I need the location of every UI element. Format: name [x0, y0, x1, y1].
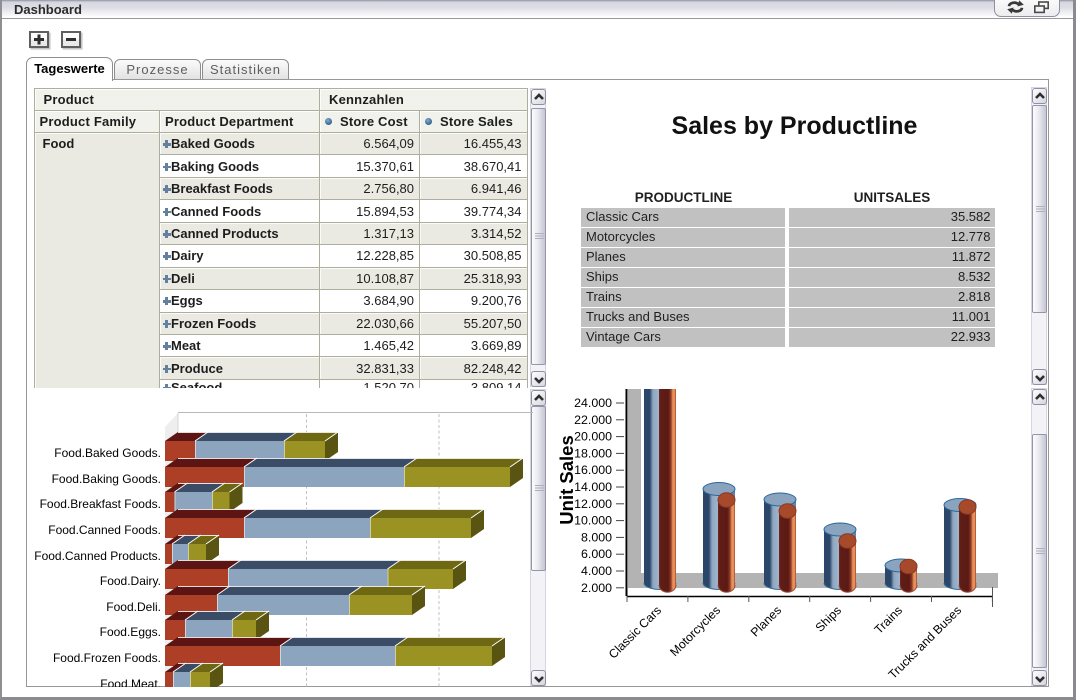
svg-text:20.000: 20.000 [574, 430, 612, 444]
svg-text:2.000: 2.000 [581, 581, 612, 595]
svg-text:24.000: 24.000 [574, 396, 612, 410]
svg-text:Planes: Planes [748, 603, 784, 639]
svg-text:6.000: 6.000 [581, 547, 612, 561]
svg-text:Food.Canned Products.: Food.Canned Products. [34, 549, 161, 563]
svg-text:10.000: 10.000 [574, 514, 612, 528]
svg-text:Food.Baked Goods.: Food.Baked Goods. [54, 446, 161, 460]
svg-text:Ships: Ships [813, 603, 844, 634]
svg-text:Food.Eggs.: Food.Eggs. [100, 625, 161, 639]
svg-text:Food.Breakfast Foods.: Food.Breakfast Foods. [40, 497, 161, 511]
svg-text:Food.Dairy.: Food.Dairy. [100, 574, 161, 588]
svg-text:Food.Baking Goods.: Food.Baking Goods. [52, 472, 161, 486]
svg-text:Classic Cars: Classic Cars [606, 603, 664, 661]
svg-text:Trains: Trains [872, 603, 906, 637]
svg-text:12.000: 12.000 [574, 497, 612, 511]
svg-text:16.000: 16.000 [574, 463, 612, 477]
svg-text:4.000: 4.000 [581, 564, 612, 578]
svg-text:22.000: 22.000 [574, 413, 612, 427]
svg-text:8.000: 8.000 [581, 530, 612, 544]
svg-text:Food.Deli.: Food.Deli. [106, 600, 161, 614]
svg-text:Food.Frozen Foods.: Food.Frozen Foods. [53, 651, 161, 665]
svg-text:18.000: 18.000 [574, 446, 612, 460]
svg-text:Motorcycles: Motorcycles [667, 603, 723, 659]
svg-text:Food.Meat.: Food.Meat. [100, 677, 161, 687]
svg-text:Food.Canned Foods.: Food.Canned Foods. [48, 523, 161, 537]
svg-text:14.000: 14.000 [574, 480, 612, 494]
